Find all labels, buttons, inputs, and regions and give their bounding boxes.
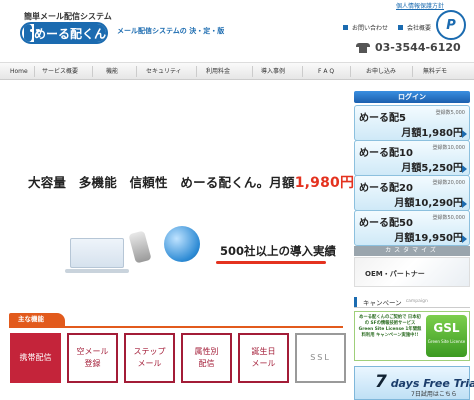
device-illustration xyxy=(65,224,210,274)
company-link-label: 会社概要 xyxy=(407,25,432,32)
gsl-logo: GSL Green Site License xyxy=(426,315,467,357)
customize-link[interactable]: カスタマイズ xyxy=(354,246,470,256)
plan-users: 登録数10,000 xyxy=(432,145,466,151)
inquiry-link-label: お問い合わせ xyxy=(352,25,389,32)
catch-copy: メール配信システムの 決・定・版 xyxy=(117,27,225,35)
hero-banner[interactable]: 大容量 多機能 信頼性 めーる配くん。月額1,980円〜 500社以上の導入実績 xyxy=(6,92,367,282)
feature-attribute-delivery[interactable]: 属性別 配信 xyxy=(181,333,232,383)
bullet-square-icon xyxy=(398,25,403,30)
heading-bar xyxy=(354,296,357,307)
feature-empty-mail-registration[interactable]: 空メール 登録 xyxy=(67,333,118,383)
nav-divider xyxy=(34,66,35,77)
feature-birthday-mail[interactable]: 誕生日 メール xyxy=(238,333,289,383)
login-button[interactable]: ログイン xyxy=(354,91,470,103)
feature-ssl[interactable]: SSL xyxy=(295,333,346,383)
free-trial-banner[interactable]: 7 days Free Trial 7日試用はこちら xyxy=(354,366,474,400)
plan-card-10[interactable]: めーる配10 登録数10,000 月額5,250円 xyxy=(354,140,470,176)
plan-price: 月額5,250円 xyxy=(401,163,463,174)
oem-partner-label: OEM・パートナー xyxy=(365,270,425,278)
plan-price: 月額10,290円 xyxy=(394,198,463,209)
campaign-en: campaign xyxy=(405,299,428,304)
site-logo[interactable]: めーる配くん xyxy=(20,22,108,44)
company-link[interactable]: 会社概要 xyxy=(398,23,431,32)
campaign-title: キャンペーン xyxy=(363,298,402,307)
hero-underline xyxy=(216,261,326,264)
plan-users: 登録数20,000 xyxy=(432,180,466,186)
gsl-title: GSL xyxy=(433,321,460,335)
features-heading: 主な機能 xyxy=(9,313,65,326)
trial-subtitle: 7日試用はこちら xyxy=(411,391,457,398)
plan-name: めーる配5 xyxy=(359,113,406,124)
nav-divider xyxy=(196,66,197,77)
hero-record: 500社以上の導入実績 xyxy=(220,244,337,258)
feature-mobile-delivery[interactable]: 携帯配信 xyxy=(10,333,61,383)
hero-headline-text: 大容量 多機能 信頼性 めーる配くん。月額 xyxy=(28,175,295,190)
trial-days: 7 xyxy=(375,372,387,392)
header: 簡単メール配信システム めーる配くん メール配信システムの 決・定・版 個人情報… xyxy=(0,0,474,62)
privacy-policy-link[interactable]: 個人情報保護方針 xyxy=(396,1,444,10)
nav-pricing[interactable]: 利用料金 xyxy=(206,63,230,81)
nav-faq[interactable]: F A Q xyxy=(318,63,334,81)
campaign-heading: キャンペーン campaign xyxy=(354,296,470,308)
plan-name: めーる配10 xyxy=(359,148,413,159)
plan-card-50[interactable]: めーる配50 登録数50,000 月額19,950円 xyxy=(354,210,470,246)
plan-price: 月額19,950円 xyxy=(394,233,463,244)
nav-divider xyxy=(302,66,303,77)
nav-features[interactable]: 機能 xyxy=(106,63,118,81)
global-nav: Home サービス概要 機能 セキュリティ 利用料金 導入事例 F A Q お申… xyxy=(0,62,474,80)
nav-service-overview[interactable]: サービス概要 xyxy=(42,63,78,81)
nav-divider xyxy=(136,66,137,77)
hero-price: 1,980円 xyxy=(294,175,355,191)
nav-divider xyxy=(350,66,351,77)
features-divider xyxy=(9,326,343,328)
globe-icon xyxy=(164,226,200,262)
nav-divider xyxy=(412,66,413,77)
plan-users: 登録数50,000 xyxy=(432,215,466,221)
arrow-right-icon xyxy=(462,165,467,173)
bullet-square-icon xyxy=(343,25,348,30)
laptop-icon xyxy=(65,238,129,273)
nav-divider xyxy=(92,66,93,77)
plan-card-20[interactable]: めーる配20 登録数20,000 月額10,290円 xyxy=(354,175,470,211)
logo-text: めーる配くん xyxy=(33,24,106,42)
plan-card-5[interactable]: めーる配5 登録数5,000 月額1,980円 xyxy=(354,105,470,141)
feature-step-mail[interactable]: ステップ メール xyxy=(124,333,175,383)
page: 簡単メール配信システム めーる配くん メール配信システムの 決・定・版 個人情報… xyxy=(0,0,474,400)
telephone-icon xyxy=(356,42,370,53)
arrow-right-icon xyxy=(462,200,467,208)
nav-case-studies[interactable]: 導入事例 xyxy=(261,63,285,81)
arrow-right-icon xyxy=(462,235,467,243)
phone-number-text: 03-3544-6120 xyxy=(375,41,461,54)
nav-home[interactable]: Home xyxy=(10,63,28,81)
privacy-mark-icon: P xyxy=(436,10,466,40)
site-tagline: 簡単メール配信システム xyxy=(24,12,112,21)
mobile-phone-icon xyxy=(128,230,152,264)
privacy-mark-label: P xyxy=(446,17,456,33)
phone-number: 03-3544-6120 xyxy=(356,41,461,54)
hero-headline: 大容量 多機能 信頼性 めーる配くん。月額1,980円〜 xyxy=(28,172,367,192)
smile-face-icon xyxy=(24,24,40,42)
arrow-right-icon xyxy=(462,130,467,138)
plan-price: 月額1,980円 xyxy=(401,128,463,139)
nav-security[interactable]: セキュリティ xyxy=(146,63,182,81)
oem-partner-banner[interactable]: OEM・パートナー xyxy=(354,257,470,287)
inquiry-link[interactable]: お問い合わせ xyxy=(343,23,388,32)
gsl-subtitle: Green Site License xyxy=(427,339,466,344)
nav-apply[interactable]: お申し込み xyxy=(366,63,396,81)
nav-free-demo[interactable]: 無料デモ xyxy=(423,63,447,81)
plan-name: めーる配20 xyxy=(359,183,413,194)
plan-users: 登録数5,000 xyxy=(435,110,465,116)
campaign-banner[interactable]: めーる配くんのご契約で 日本初の SFの情報技術サービス Green Site … xyxy=(354,311,470,361)
plan-name: めーる配50 xyxy=(359,218,413,229)
nav-divider xyxy=(252,66,253,77)
campaign-text: めーる配くんのご契約で 日本初の SFの情報技術サービス Green Site … xyxy=(358,315,422,338)
